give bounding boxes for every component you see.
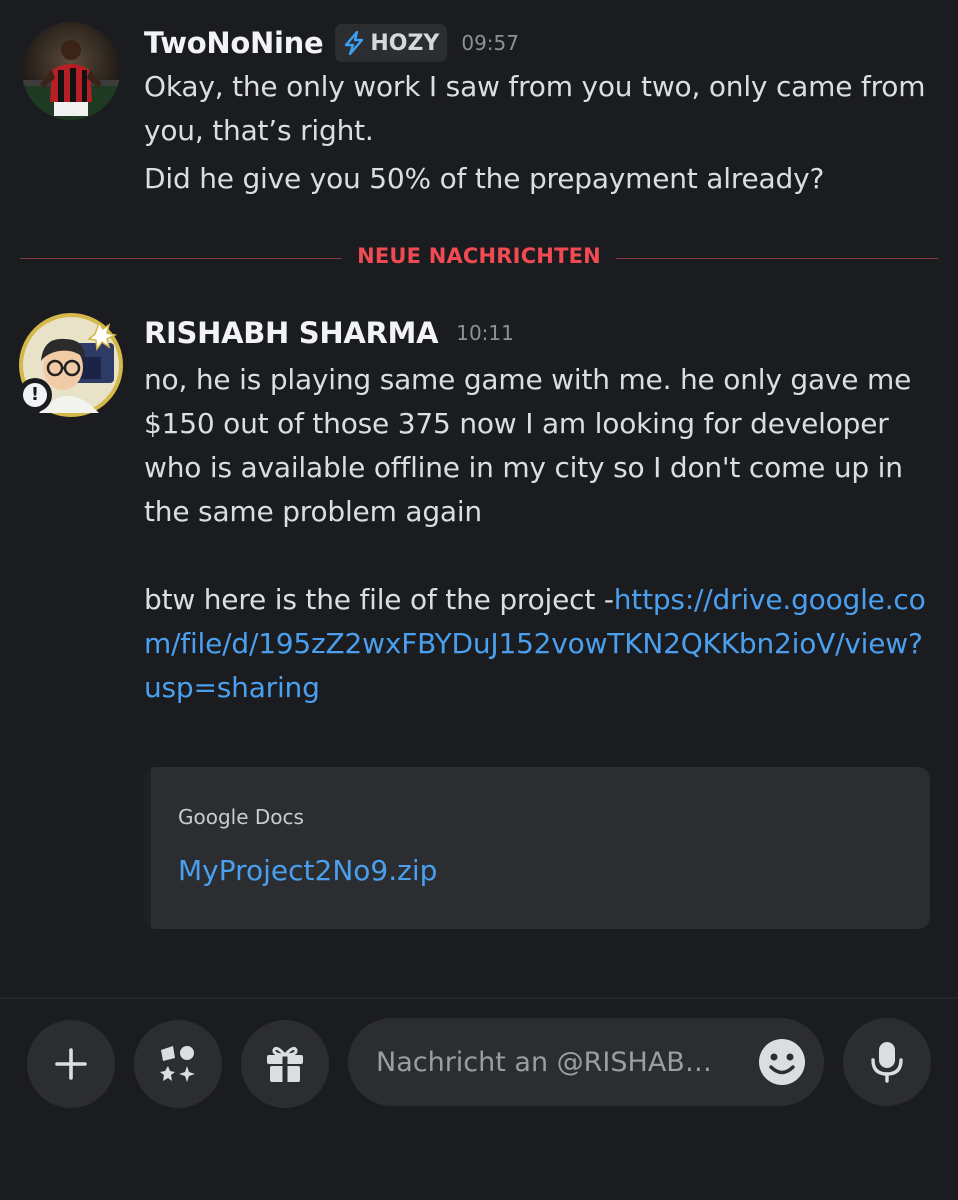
- embed-title-link[interactable]: MyProject2No9.zip: [178, 854, 437, 887]
- guild-tag-label: HOZY: [370, 30, 440, 56]
- emoji-button[interactable]: [758, 1038, 806, 1086]
- gift-icon: [267, 1046, 303, 1082]
- embed-accent-bar: [144, 767, 151, 929]
- status-indicator: !: [18, 378, 52, 412]
- new-messages-divider: NEUE NACHRICHTEN: [20, 244, 938, 268]
- lightning-icon: [345, 31, 364, 55]
- avatar[interactable]: [22, 22, 120, 120]
- emoji-icon: [759, 1039, 805, 1085]
- message-composer: [348, 1018, 824, 1106]
- new-messages-label: NEUE NACHRICHTEN: [357, 244, 601, 268]
- avatar[interactable]: !: [18, 313, 123, 417]
- timestamp: 09:57: [461, 31, 519, 55]
- divider-line: [616, 258, 938, 259]
- message-line: Okay, the only work I saw from you two, …: [144, 70, 926, 147]
- guild-tag[interactable]: HOZY: [335, 24, 448, 62]
- voice-message-button[interactable]: [843, 1018, 931, 1106]
- apps-button[interactable]: [134, 1020, 222, 1108]
- alert-icon: !: [23, 383, 47, 407]
- microphone-icon: [871, 1042, 903, 1083]
- apps-icon: [160, 1046, 195, 1082]
- composer-divider: [0, 997, 958, 999]
- attach-button[interactable]: [27, 1020, 115, 1108]
- chat-view: TwoNoNine HOZY 09:57 Okay, the only work…: [0, 0, 958, 1200]
- message-header: RISHABH SHARMA 10:11: [144, 316, 514, 350]
- plus-icon: [55, 1048, 87, 1080]
- embed-provider[interactable]: Google Docs: [178, 805, 304, 829]
- message-line: Did he give you 50% of the prepayment al…: [144, 162, 825, 195]
- message-content: Okay, the only work I saw from you two, …: [144, 65, 944, 201]
- message-content: no, he is playing same game with me. he …: [144, 358, 934, 710]
- message-header: TwoNoNine HOZY 09:57: [144, 24, 519, 62]
- avatar-image: [22, 22, 120, 120]
- username[interactable]: TwoNoNine: [144, 26, 324, 60]
- username[interactable]: RISHABH SHARMA: [144, 316, 439, 350]
- gift-button[interactable]: [241, 1020, 329, 1108]
- message-link-line: btw here is the file of the project -htt…: [144, 578, 934, 710]
- message-text: no, he is playing same game with me. he …: [144, 363, 912, 528]
- message-input[interactable]: [376, 1018, 736, 1106]
- link-embed: Google Docs MyProject2No9.zip: [144, 767, 930, 929]
- message-text: btw here is the file of the project -: [144, 583, 614, 616]
- timestamp: 10:11: [456, 321, 514, 345]
